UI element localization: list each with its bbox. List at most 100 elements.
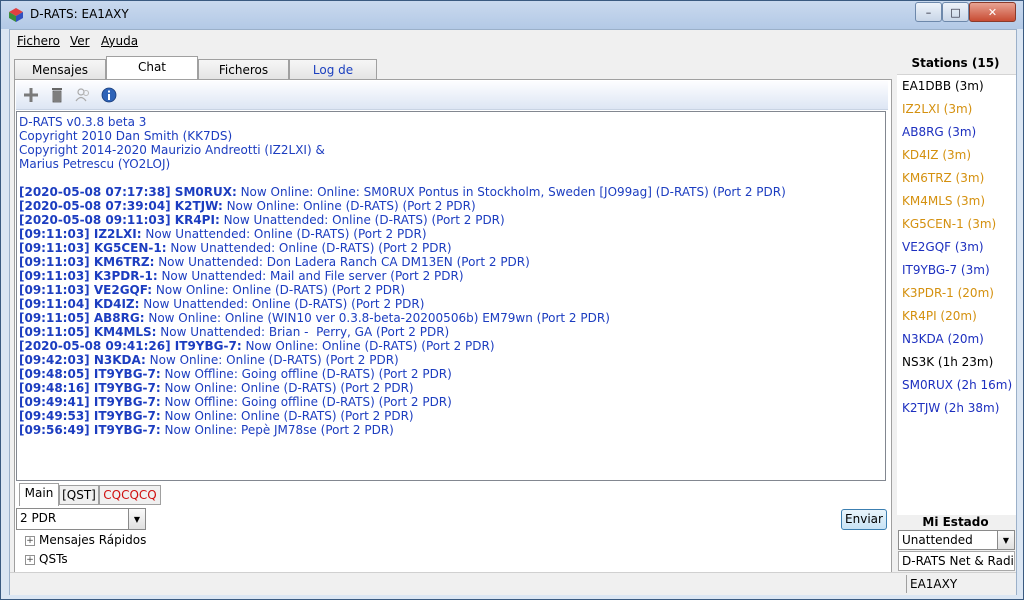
client-area: Fichero Ver Ayuda Mensajes Chat Ficheros… xyxy=(9,29,1017,595)
message-callsign: AB8RG: xyxy=(93,311,145,325)
menu-ver[interactable]: Ver xyxy=(70,34,90,48)
chat-header-line: Marius Petrescu (YO2LOJ) xyxy=(19,157,171,171)
chat-log[interactable]: D-RATS v0.3.8 beta 3 Copyright 2010 Dan … xyxy=(16,111,886,481)
chat-message: [09:11:05] KM4MLS: Now Unattended: Brian… xyxy=(19,325,883,339)
minimize-icon: – xyxy=(925,5,932,19)
message-text: Now Unattended: Mail and File server (Po… xyxy=(157,269,464,283)
subtab-qst[interactable]: [QST] xyxy=(59,485,99,505)
message-timestamp: [09:11:03] xyxy=(19,283,90,297)
message-header: [2020-05-08 07:39:04] K2TJW: xyxy=(19,199,223,213)
message-callsign: VE2GQF: xyxy=(93,283,153,297)
menu-fichero[interactable]: Fichero xyxy=(17,34,60,48)
chat-message: [09:11:04] KD4IZ: Now Unattended: Online… xyxy=(19,297,883,311)
station-item[interactable]: KD4IZ (3m) xyxy=(902,148,971,162)
expander-label: Mensajes Rápidos xyxy=(39,533,147,547)
station-item[interactable]: KR4PI (20m) xyxy=(902,309,977,323)
station-item[interactable]: VE2GQF (3m) xyxy=(902,240,984,254)
message-callsign: KD4IZ: xyxy=(93,297,140,311)
close-icon: ✕ xyxy=(987,5,998,19)
station-list[interactable]: EA1DBB (3m) IZ2LXI (3m) AB8RG (3m) KD4IZ (3… xyxy=(897,74,1016,515)
subtab-main[interactable]: Main xyxy=(19,483,59,506)
station-item[interactable]: KM6TRZ (3m) xyxy=(902,171,984,185)
tab-chat[interactable]: Chat xyxy=(106,56,198,81)
message-timestamp: [09:11:03] xyxy=(19,269,90,283)
message-text: Now Online: Online (D-RATS) (Port 2 PDR) xyxy=(145,353,399,367)
message-header: [2020-05-08 07:17:38] SM0RUX: xyxy=(19,185,237,199)
message-timestamp: [09:11:05] xyxy=(19,325,90,339)
chat-message: [09:48:05] IT9YBG-7: Now Offline: Going … xyxy=(19,367,883,381)
message-timestamp: [09:11:03] xyxy=(19,255,90,269)
chat-message: [2020-05-08 07:39:04] K2TJW: Now Online:… xyxy=(19,199,883,213)
net-info-field[interactable]: D-RATS Net & Radio xyxy=(898,551,1015,571)
station-item[interactable]: KG5CEN-1 (3m) xyxy=(902,217,996,231)
trash-icon[interactable] xyxy=(49,87,65,103)
message-callsign: IT9YBG-7: xyxy=(93,423,161,437)
message-callsign: KR4PI: xyxy=(174,213,220,227)
message-timestamp: [09:49:41] xyxy=(19,395,90,409)
station-item[interactable]: IZ2LXI (3m) xyxy=(902,102,972,116)
message-text: Now Unattended: Online (D-RATS) (Port 2 … xyxy=(166,241,452,255)
chat-message: [09:11:03] K3PDR-1: Now Unattended: Mail… xyxy=(19,269,883,283)
message-header: [09:48:16] IT9YBG-7: xyxy=(19,381,161,395)
enviar-button[interactable]: Enviar xyxy=(841,509,887,530)
message-timestamp: [2020-05-08 09:41:26] xyxy=(19,339,171,353)
chat-toolbar xyxy=(16,81,888,110)
message-callsign: K3PDR-1: xyxy=(93,269,158,283)
subtab-cqcqcq[interactable]: CQCQCQ xyxy=(99,485,161,505)
message-text: Now Online: Online (D-RATS) (Port 2 PDR) xyxy=(241,339,495,353)
message-timestamp: [2020-05-08 07:39:04] xyxy=(19,199,171,213)
port-select[interactable]: 2 PDR ▼ xyxy=(16,508,146,530)
title-bar[interactable]: D-RATS: EA1AXY – □ ✕ xyxy=(1,1,1023,29)
message-timestamp: [09:11:05] xyxy=(19,311,90,325)
users-icon[interactable] xyxy=(75,87,91,103)
message-callsign: KM4MLS: xyxy=(93,325,157,339)
info-icon[interactable] xyxy=(101,87,117,103)
message-timestamp: [09:48:16] xyxy=(19,381,90,395)
station-item[interactable]: AB8RG (3m) xyxy=(902,125,976,139)
message-text: Now Online: Online (D-RATS) (Port 2 PDR) xyxy=(222,199,476,213)
tab-log-de-eventos[interactable]: Log de Eventos xyxy=(289,59,377,97)
chat-message: [09:49:53] IT9YBG-7: Now Online: Online … xyxy=(19,409,883,423)
expand-plus-icon: + xyxy=(25,555,35,565)
minimize-button[interactable]: – xyxy=(915,2,942,22)
stations-header: Stations (15) xyxy=(911,56,1000,70)
message-header: [09:49:53] IT9YBG-7: xyxy=(19,409,161,423)
main-window: D-RATS: EA1AXY – □ ✕ Fichero Ver Ayuda M… xyxy=(0,0,1024,600)
plus-icon[interactable] xyxy=(23,87,39,103)
message-header: [09:11:03] K3PDR-1: xyxy=(19,269,158,283)
expander-label: QSTs xyxy=(39,552,68,566)
chat-header-line: Copyright 2014-2020 Maurizio Andreotti (… xyxy=(19,143,325,157)
message-timestamp: [09:48:05] xyxy=(19,367,90,381)
message-text: Now Unattended: Don Ladera Ranch CA DM13… xyxy=(154,255,530,269)
message-timestamp: [09:11:04] xyxy=(19,297,90,311)
station-item[interactable]: NS3K (1h 23m) xyxy=(902,355,993,369)
message-callsign: KG5CEN-1: xyxy=(93,241,167,255)
status-select-value: Unattended xyxy=(902,533,973,547)
station-item[interactable]: SM0RUX (2h 16m) xyxy=(902,378,1012,392)
message-header: [09:56:49] IT9YBG-7: xyxy=(19,423,161,437)
station-item[interactable]: IT9YBG-7 (3m) xyxy=(902,263,990,277)
close-button[interactable]: ✕ xyxy=(969,2,1016,22)
window-title: D-RATS: EA1AXY xyxy=(30,7,129,21)
tab-mensajes[interactable]: Mensajes xyxy=(14,59,106,80)
message-text: Now Unattended: Online (D-RATS) (Port 2 … xyxy=(219,213,505,227)
station-item[interactable]: EA1DBB (3m) xyxy=(902,79,984,93)
station-item[interactable]: KM4MLS (3m) xyxy=(902,194,985,208)
station-item[interactable]: K3PDR-1 (20m) xyxy=(902,286,994,300)
maximize-button[interactable]: □ xyxy=(942,2,969,22)
app-icon xyxy=(9,8,23,22)
chat-message: [09:56:49] IT9YBG-7: Now Online: Pepè JM… xyxy=(19,423,883,437)
message-callsign: K2TJW: xyxy=(174,199,223,213)
message-header: [09:11:03] IZ2LXI: xyxy=(19,227,142,241)
message-header: [09:11:05] KM4MLS: xyxy=(19,325,156,339)
message-callsign: IZ2LXI: xyxy=(93,227,142,241)
station-item[interactable]: N3KDA (20m) xyxy=(902,332,984,346)
chat-message: [09:11:03] IZ2LXI: Now Unattended: Onlin… xyxy=(19,227,883,241)
tab-ficheros[interactable]: Ficheros xyxy=(198,59,289,80)
menu-ayuda[interactable]: Ayuda xyxy=(101,34,138,48)
chat-message: [09:48:16] IT9YBG-7: Now Online: Online … xyxy=(19,381,883,395)
message-timestamp: [09:56:49] xyxy=(19,423,90,437)
station-item[interactable]: K2TJW (2h 38m) xyxy=(902,401,999,415)
message-callsign: KM6TRZ: xyxy=(93,255,155,269)
status-select[interactable]: Unattended ▼ xyxy=(898,530,1015,550)
